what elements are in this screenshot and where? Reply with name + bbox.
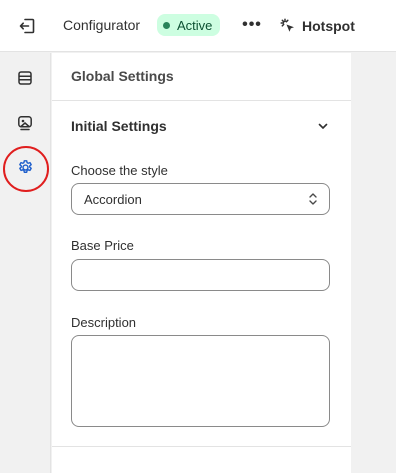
app-title: Configurator <box>63 17 141 33</box>
description-label: Description <box>71 315 137 330</box>
base-price-label: Base Price <box>71 238 134 253</box>
description-textarea[interactable] <box>71 335 330 427</box>
status-label: Active <box>177 17 213 33</box>
settings-panel: Global Settings Initial Settings Choose … <box>52 53 351 473</box>
more-actions-button[interactable]: ••• <box>240 14 264 36</box>
left-rail <box>0 53 51 473</box>
hotspot-button[interactable]: Hotspot <box>280 13 355 39</box>
hotspot-label: Hotspot <box>302 18 355 34</box>
section-title: Initial Settings <box>71 118 167 134</box>
panel-divider <box>52 446 351 447</box>
style-select-value: Accordion <box>84 192 142 207</box>
cursor-click-icon <box>280 18 294 32</box>
status-badge: Active <box>157 14 221 36</box>
rail-item-layout[interactable] <box>12 65 38 91</box>
chevron-down-icon <box>318 123 328 129</box>
image-edit-icon <box>18 116 32 131</box>
rail-item-settings[interactable] <box>3 146 49 192</box>
layout-icon <box>18 71 32 85</box>
initial-settings-toggle[interactable]: Initial Settings <box>52 102 351 150</box>
style-label: Choose the style <box>71 163 168 178</box>
gear-icon <box>18 159 32 173</box>
select-arrows-icon <box>309 193 317 205</box>
panel-title: Global Settings <box>52 53 351 101</box>
rail-item-media[interactable] <box>12 110 38 136</box>
exit-button[interactable] <box>14 13 40 39</box>
exit-icon <box>19 18 35 34</box>
base-price-input[interactable] <box>71 259 330 291</box>
style-select[interactable]: Accordion <box>71 183 330 215</box>
status-dot-icon <box>163 21 170 29</box>
top-bar: Configurator Active ••• Hotspot <box>0 0 396 52</box>
